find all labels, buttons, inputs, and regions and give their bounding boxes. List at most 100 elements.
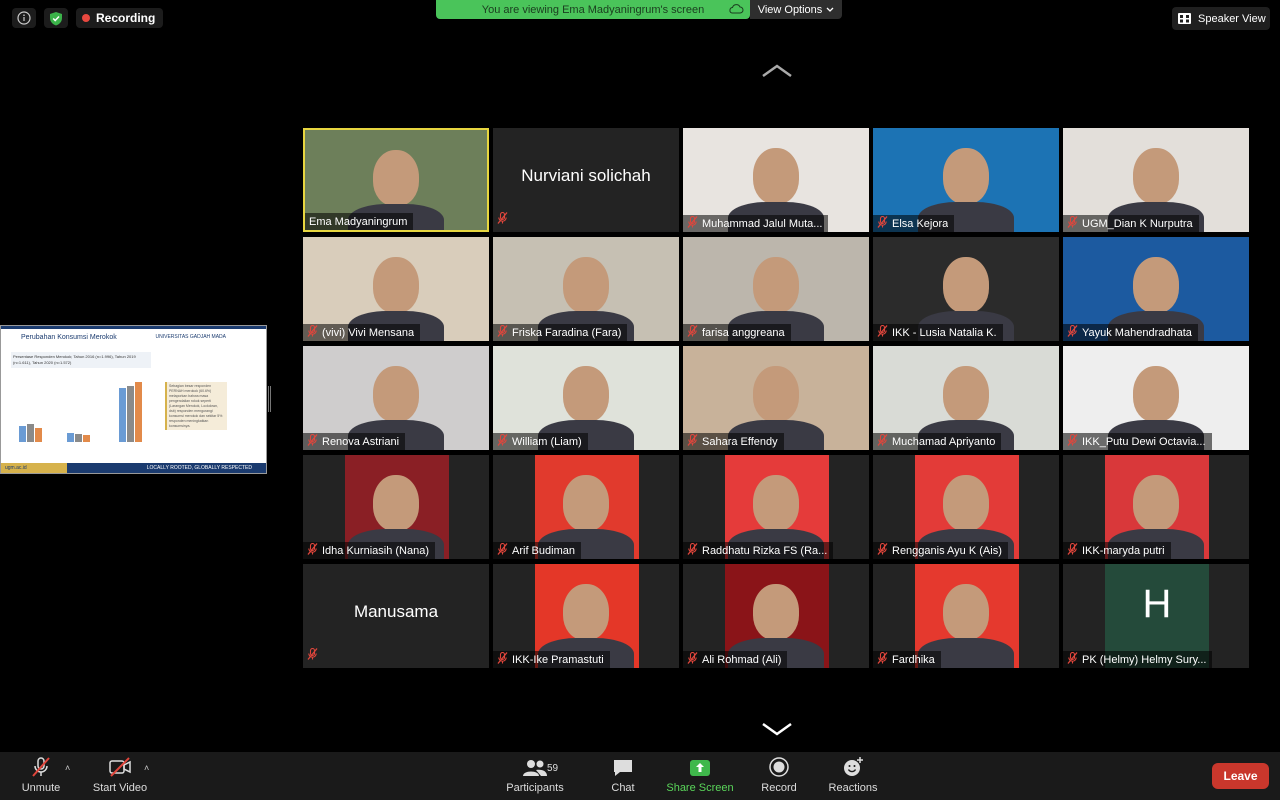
- participant-name-bar: Ema Madyaningrum: [305, 213, 414, 230]
- participant-figure: [373, 366, 419, 422]
- mic-muted-icon: [687, 215, 698, 231]
- share-screen-button[interactable]: Share Screen: [664, 752, 736, 800]
- participant-tile[interactable]: William (Liam): [493, 346, 679, 450]
- mic-muted-icon: [307, 433, 318, 449]
- participant-count: 59: [547, 763, 559, 774]
- view-options-button[interactable]: View Options: [750, 0, 842, 19]
- participant-tile[interactable]: Muhammad Jalul Muta...: [683, 128, 869, 232]
- participant-tile[interactable]: Arif Budiman: [493, 455, 679, 559]
- participant-tile[interactable]: Elsa Kejora: [873, 128, 1059, 232]
- participant-figure: [1133, 148, 1179, 204]
- participant-name: IKK-Ike Pramastuti: [512, 653, 604, 666]
- unmute-button[interactable]: Unmute: [18, 752, 64, 800]
- participant-name: Yayuk Mahendradhata: [1082, 326, 1192, 339]
- participant-tile[interactable]: Raddhatu Rizka FS (Ra...: [683, 455, 869, 559]
- participant-figure: [563, 366, 609, 422]
- participant-tile[interactable]: Idha Kurniasih (Nana): [303, 455, 489, 559]
- meeting-info-button[interactable]: [12, 8, 36, 28]
- participant-name-bar: PK (Helmy) Helmy Sury...: [1063, 651, 1213, 668]
- mic-muted-icon: [1067, 651, 1078, 667]
- participant-display-name: Manusama: [353, 602, 439, 621]
- slide-bar: [83, 435, 90, 442]
- participants-button[interactable]: Participants: [502, 752, 568, 800]
- slide-university: UNIVERSITAS GADJAH MADA: [155, 334, 226, 340]
- chat-button[interactable]: Chat: [602, 752, 644, 800]
- participant-figure: [753, 475, 799, 531]
- slide-bar: [19, 426, 26, 442]
- participant-tile[interactable]: IKK - Lusia Natalia K.: [873, 237, 1059, 341]
- participant-name: Rengganis Ayu K (Ais): [892, 544, 1002, 557]
- participant-tile[interactable]: Ali Rohmad (Ali): [683, 564, 869, 668]
- participant-name-bar: Muhammad Jalul Muta...: [683, 215, 829, 232]
- participant-tile[interactable]: IKK-Ike Pramastuti: [493, 564, 679, 668]
- slide-bar: [35, 428, 42, 442]
- participant-tile[interactable]: Yayuk Mahendradhata: [1063, 237, 1249, 341]
- participant-name: William (Liam): [512, 435, 582, 448]
- participant-tile[interactable]: (vivi) Vivi Mensana: [303, 237, 489, 341]
- page-up-arrow-icon[interactable]: [761, 64, 793, 78]
- participant-tile[interactable]: H PK (Helmy) Helmy Sury...: [1063, 564, 1249, 668]
- participant-name: IKK - Lusia Natalia K.: [892, 326, 997, 339]
- shared-screen-view[interactable]: Perubahan Konsumsi Merokok UNIVERSITAS G…: [0, 325, 267, 474]
- slide-bar: [119, 388, 126, 442]
- mic-muted-icon: [877, 324, 888, 340]
- info-icon: [17, 11, 31, 25]
- participant-tile[interactable]: Manusama: [303, 564, 489, 668]
- page-down-arrow-icon[interactable]: [761, 722, 793, 736]
- participant-name-bar: UGM_Dian K Nurputra: [1063, 215, 1199, 232]
- participant-tile[interactable]: Muchamad Apriyanto: [873, 346, 1059, 450]
- share-screen-icon: [690, 760, 710, 776]
- meeting-info-bar: Recording: [12, 8, 164, 28]
- participant-tile[interactable]: farisa anggreana: [683, 237, 869, 341]
- participant-figure: [943, 584, 989, 640]
- participant-tile[interactable]: Ema Madyaningrum: [303, 128, 489, 232]
- participant-tile[interactable]: Renova Astriani: [303, 346, 489, 450]
- participant-name: Renova Astriani: [322, 435, 400, 448]
- participant-tile[interactable]: IKK_Putu Dewi Octavia...: [1063, 346, 1249, 450]
- participant-grid: Ema Madyaningrum Nurviani solichah Muhamma…: [300, 125, 1250, 671]
- splitter-handle[interactable]: [268, 386, 271, 412]
- participant-tile[interactable]: Sahara Effendy: [683, 346, 869, 450]
- participant-name: Fardhika: [892, 653, 935, 666]
- security-button[interactable]: [44, 8, 68, 28]
- recording-indicator[interactable]: Recording: [76, 8, 164, 28]
- mic-muted-icon: [32, 757, 50, 777]
- mic-muted-icon: [877, 651, 888, 667]
- mic-muted-icon: [1067, 433, 1078, 449]
- cloud-icon: [729, 4, 744, 14]
- reactions-button[interactable]: Reactions: [826, 752, 880, 800]
- participant-figure: [943, 366, 989, 422]
- participant-name: Arif Budiman: [512, 544, 575, 557]
- participant-name: Idha Kurniasih (Nana): [322, 544, 430, 557]
- participant-tile[interactable]: Friska Faradina (Fara): [493, 237, 679, 341]
- mic-muted-icon: [687, 542, 698, 558]
- participant-tile[interactable]: Rengganis Ayu K (Ais): [873, 455, 1059, 559]
- participant-name-bar: Arif Budiman: [493, 542, 581, 559]
- participant-tile[interactable]: IKK-maryda putri: [1063, 455, 1249, 559]
- leave-button[interactable]: Leave: [1212, 763, 1269, 789]
- mic-muted-icon: [497, 324, 508, 340]
- participant-tile[interactable]: UGM_Dian K Nurputra: [1063, 128, 1249, 232]
- speaker-view-button[interactable]: Speaker View: [1172, 7, 1270, 30]
- meeting-toolbar: Unmute ˄ Start Video ˄ Participants 59 C…: [0, 752, 1280, 800]
- participant-tile[interactable]: Nurviani solichah: [493, 128, 679, 232]
- participant-name-bar: IKK - Lusia Natalia K.: [873, 324, 1003, 341]
- participants-icon: [523, 760, 547, 776]
- participant-name-bar: Ali Rohmad (Ali): [683, 651, 788, 668]
- mic-muted-icon: [307, 324, 318, 340]
- mic-muted-icon: [497, 433, 508, 449]
- participant-name: Ali Rohmad (Ali): [702, 653, 782, 666]
- participant-name: (vivi) Vivi Mensana: [322, 326, 415, 339]
- participant-name: Raddhatu Rizka FS (Ra...: [702, 544, 828, 557]
- record-button[interactable]: Record: [758, 752, 800, 800]
- audio-options-caret-icon[interactable]: ˄: [65, 763, 70, 773]
- participant-name: Friska Faradina (Fara): [512, 326, 622, 339]
- participant-figure: [1133, 475, 1179, 531]
- participant-name-bar: Muchamad Apriyanto: [873, 433, 1002, 450]
- start-video-button[interactable]: Start Video: [88, 752, 152, 800]
- mic-muted-icon: [1067, 324, 1078, 340]
- video-options-caret-icon[interactable]: ˄: [144, 763, 149, 773]
- participant-tile[interactable]: Fardhika: [873, 564, 1059, 668]
- participant-name-bar: Friska Faradina (Fara): [493, 324, 628, 341]
- mic-muted-icon: [497, 542, 508, 558]
